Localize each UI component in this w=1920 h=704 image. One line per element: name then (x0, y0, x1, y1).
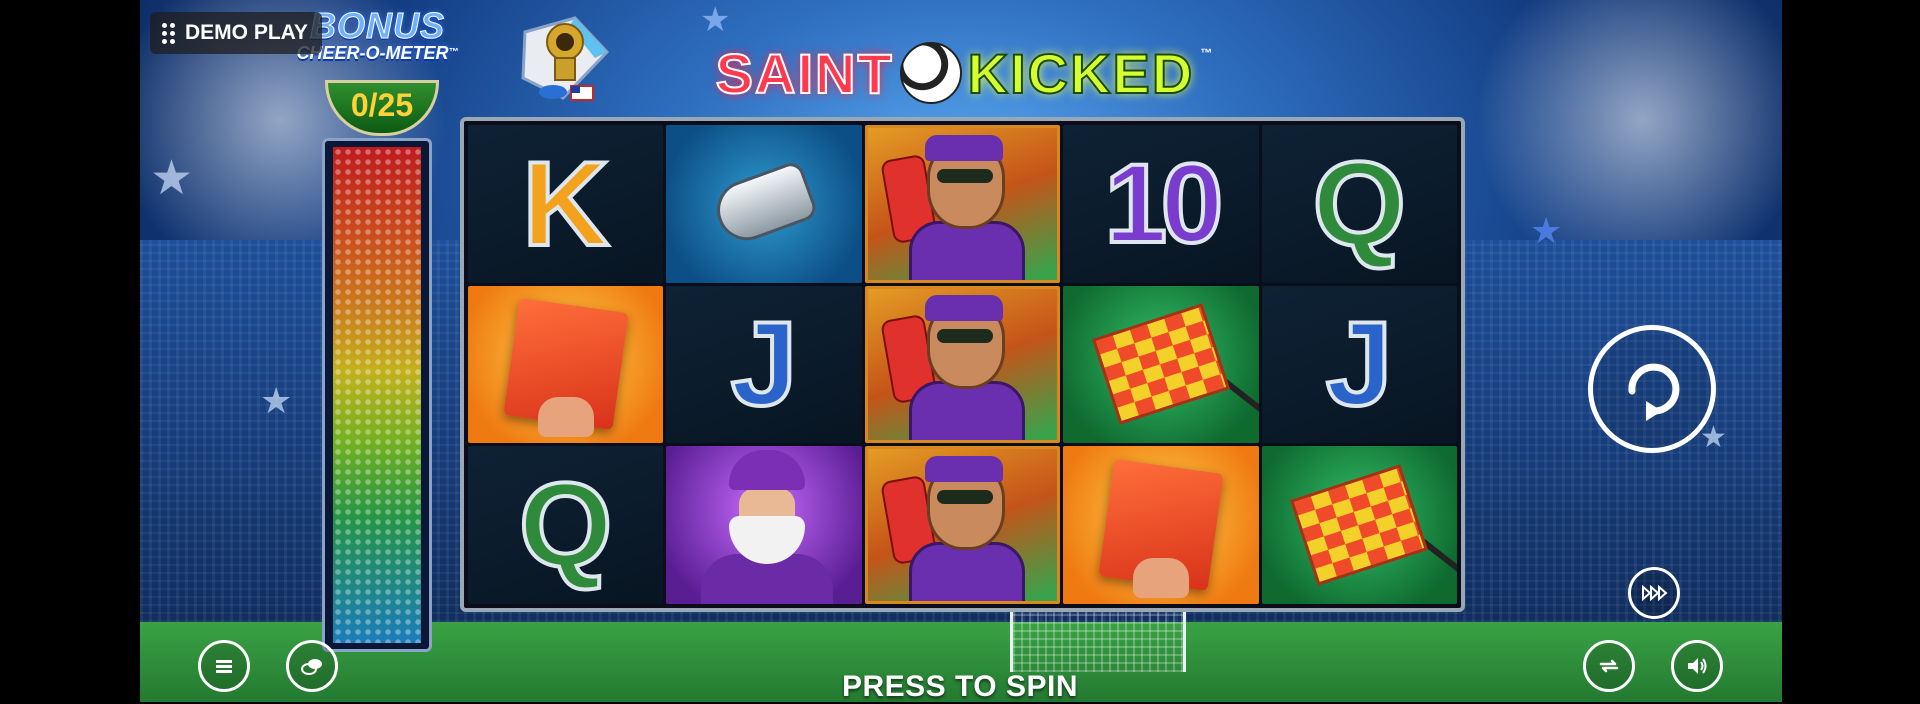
reel-symbol-reindeer-fan (864, 125, 1061, 283)
symbol-glyph: Q (517, 458, 614, 593)
symbol-glyph: K (520, 136, 611, 271)
spin-button[interactable] (1588, 325, 1716, 453)
star-icon: ★ (260, 380, 293, 421)
demo-play-badge[interactable]: DEMO PLAY (150, 12, 322, 54)
reel-symbol-reindeer-fan (864, 285, 1061, 444)
cheer-o-meter-bar (322, 138, 432, 652)
reel-symbol-10: 10 (1063, 125, 1259, 283)
symbol-glyph: J (729, 297, 800, 432)
symbol-glyph: J (1324, 297, 1395, 432)
star-icon: ★ (700, 1, 731, 39)
turbo-button[interactable] (1628, 567, 1680, 619)
star-icon: ★ (150, 152, 194, 205)
logo-tm: ™ (1200, 46, 1215, 60)
star-icon: ★ (1530, 210, 1563, 251)
reindeer-fan-icon (880, 450, 1037, 602)
reel-symbol-q: Q (468, 446, 664, 604)
drag-handle-icon (162, 22, 175, 44)
symbol-glyph: 10 (1103, 140, 1226, 266)
meter-dots (333, 147, 421, 643)
reindeer-fan-icon (880, 129, 1037, 280)
reel-symbol-corner-flag (1261, 446, 1457, 604)
reindeer-fan-icon (880, 289, 1037, 441)
santa-fan-icon (689, 450, 839, 604)
reel-symbol-reindeer-fan (864, 446, 1061, 604)
reel-symbol-red-card (468, 285, 664, 444)
fan-cap (925, 295, 1004, 322)
reel-symbol-santa-fan (666, 446, 862, 604)
fast-forward-icon (1642, 584, 1668, 602)
reel-symbol-q: Q (1261, 125, 1457, 283)
goal-net (1010, 609, 1186, 672)
corner-flag-icon (1091, 303, 1230, 426)
santa-hat (729, 450, 806, 491)
bonus-tm: ™ (448, 47, 459, 58)
reel-symbol-j: J (666, 285, 862, 444)
press-to-spin-label: PRESS TO SPIN (841, 670, 1078, 703)
hand-icon (1132, 558, 1189, 598)
fan-shades (937, 168, 994, 183)
hand-icon (537, 397, 594, 438)
fan-cap (925, 456, 1004, 483)
demo-play-label: DEMO PLAY (185, 21, 308, 44)
symbol-glyph: Q (1311, 136, 1408, 271)
refresh-icon (1628, 363, 1680, 421)
fan-shirt (909, 381, 1026, 441)
reel-symbol-whistle (666, 125, 862, 283)
corner-flag-icon (1290, 464, 1429, 586)
trophy-ball-icon (521, 16, 610, 101)
fan-shades (937, 490, 994, 505)
logo-kicked: KICKED (967, 41, 1195, 106)
fan-shades (937, 329, 994, 344)
game-logo: SAINT KICKED ™ (715, 38, 1215, 108)
whistle-icon (708, 159, 820, 249)
reel-symbol-red-card (1063, 446, 1259, 604)
logo-saint: SAINT (715, 41, 894, 106)
reel-symbol-k: K (468, 125, 664, 283)
fan-shirt (909, 542, 1026, 602)
reel-grid: K 10 Q J J Q (460, 117, 1465, 612)
reel-symbol-j: J (1261, 285, 1457, 444)
reel-symbol-corner-flag (1063, 285, 1259, 444)
fan-shirt (909, 220, 1026, 280)
football-icon (899, 42, 962, 104)
fan-cap (925, 134, 1004, 161)
